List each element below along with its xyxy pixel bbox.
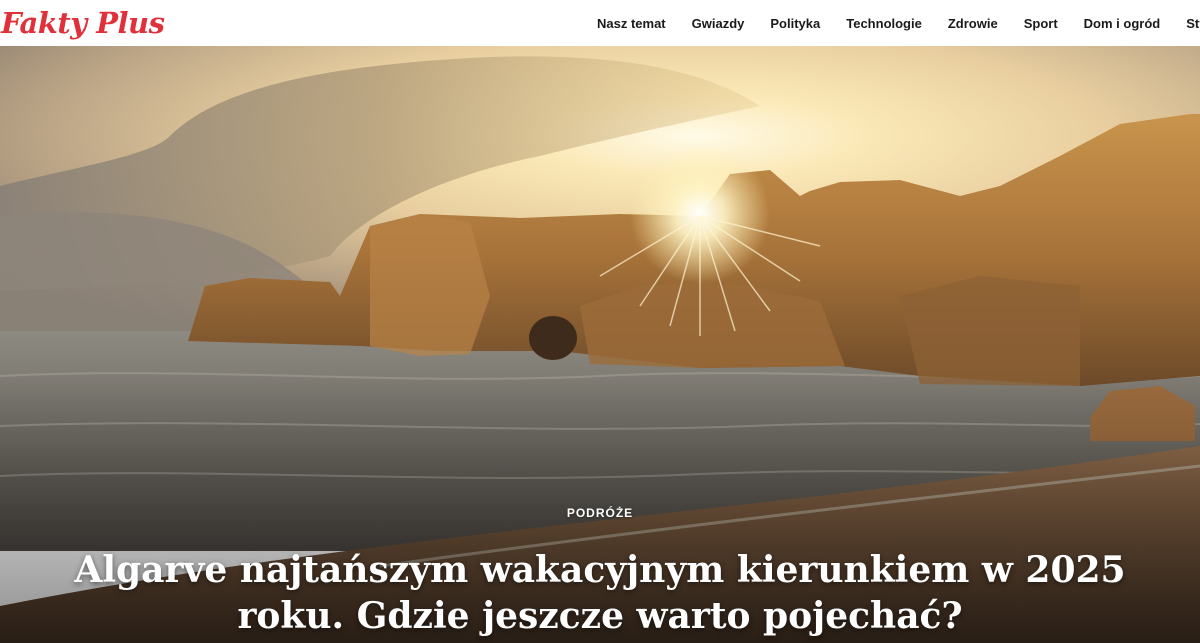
nav-item-dom-i-ogrod[interactable]: Dom i ogród [1084, 16, 1161, 31]
hero-text-overlay: PODRÓŻE Algarve najtańszym wakacyjnym ki… [0, 446, 1200, 643]
nav-item-gwiazdy[interactable]: Gwiazdy [692, 16, 745, 31]
main-nav: Nasz temat Gwiazdy Polityka Technologie … [584, 0, 1200, 46]
nav-item-zdrowie[interactable]: Zdrowie [948, 16, 998, 31]
nav-item-nasz-temat[interactable]: Nasz temat [597, 16, 666, 31]
nav-item-styl[interactable]: Styl [1186, 16, 1200, 31]
site-header: Fakty Plus Nasz temat Gwiazdy Polityka T… [0, 0, 1200, 46]
nav-item-sport[interactable]: Sport [1024, 16, 1058, 31]
nav-item-technologie[interactable]: Technologie [846, 16, 922, 31]
hero-article[interactable]: PODRÓŻE Algarve najtańszym wakacyjnym ki… [0, 46, 1200, 643]
article-headline[interactable]: Algarve najtańszym wakacyjnym kierunkiem… [60, 547, 1140, 639]
article-category[interactable]: PODRÓŻE [0, 506, 1200, 520]
nav-item-polityka[interactable]: Polityka [770, 16, 820, 31]
site-logo[interactable]: Fakty Plus [1, 3, 165, 43]
